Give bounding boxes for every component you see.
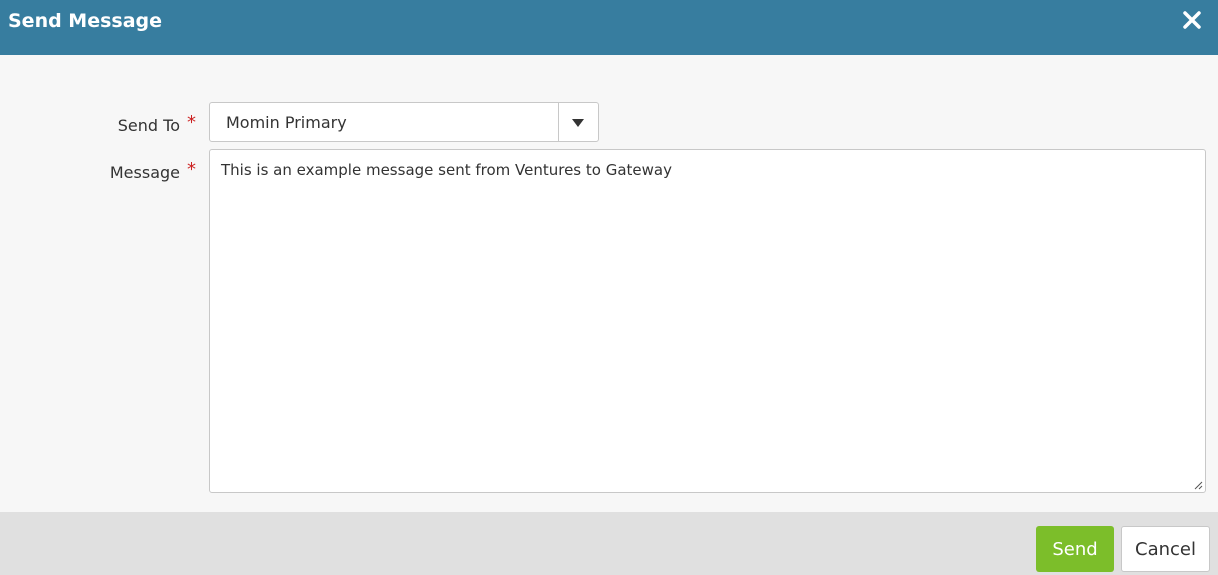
resize-grip-icon[interactable] [1193,480,1203,490]
close-icon[interactable] [1180,8,1204,32]
dialog-footer: Send Cancel [0,512,1218,575]
cancel-button[interactable]: Cancel [1121,526,1210,572]
send-button[interactable]: Send [1036,526,1114,572]
dialog-title: Send Message [8,10,163,32]
send-to-select[interactable]: Momin Primary [209,102,599,142]
dialog-header: Send Message [0,0,1218,55]
send-to-required-mark: * [187,112,196,133]
chevron-down-icon [572,119,584,127]
send-to-label: Send To [117,116,180,135]
message-label: Message [109,163,180,182]
send-message-dialog: Send Message Send To * Momin Primary Mes… [0,0,1218,575]
send-to-selected-value: Momin Primary [226,113,347,132]
message-required-mark: * [187,159,196,180]
send-to-dropdown-toggle[interactable] [558,103,598,141]
message-textarea[interactable]: This is an example message sent from Ven… [209,149,1206,493]
